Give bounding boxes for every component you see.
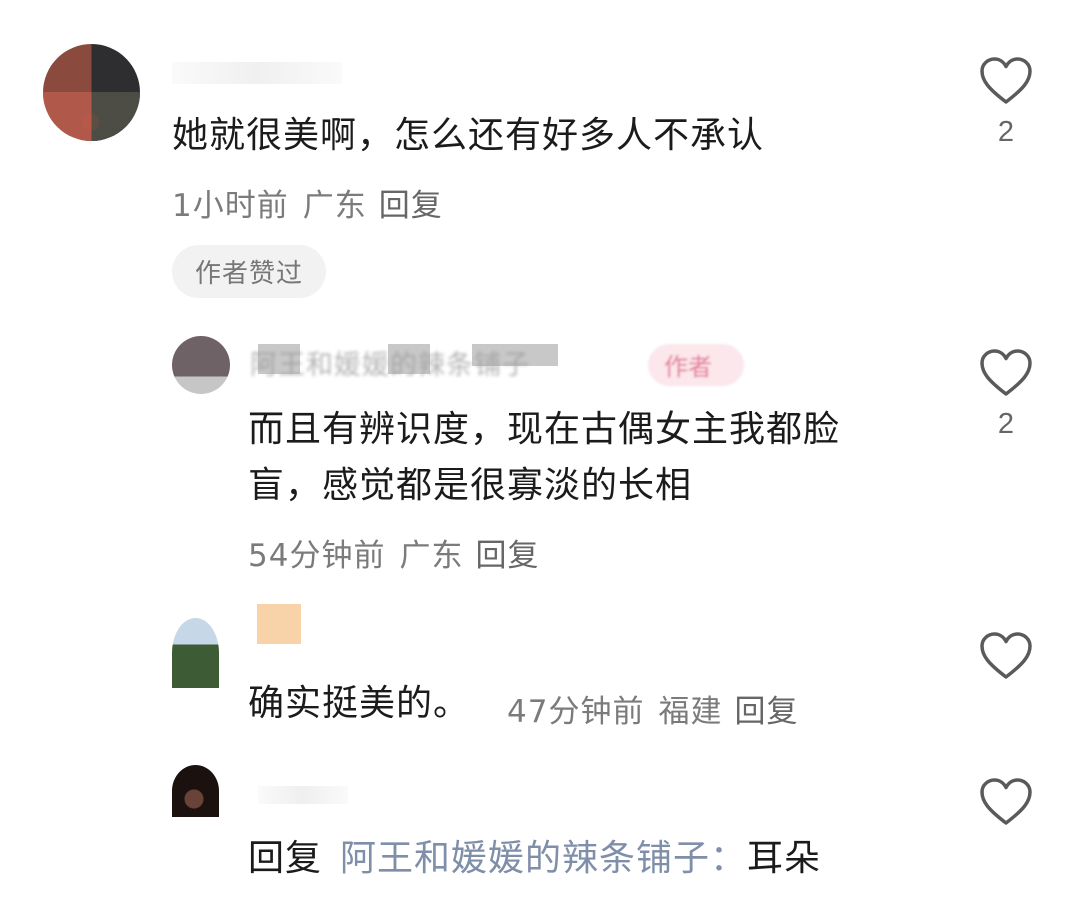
comment-location: 广东 (399, 538, 464, 574)
reply-target-user[interactable]: 阿王和媛媛的辣条铺子： (340, 838, 747, 879)
username-blurred (258, 786, 348, 804)
comment-text: 回复 阿王和媛媛的辣条铺子：耳朵 (248, 833, 821, 885)
comment-meta: 54分钟前 广东 回复 (248, 530, 539, 575)
like-button[interactable] (978, 777, 1034, 827)
username-mosaic (388, 344, 430, 374)
comment-time: 47分钟前 (507, 694, 645, 730)
comment-location: 广东 (302, 188, 367, 224)
comment-text-line2: 盲，感觉都是很寡淡的长相 (248, 465, 693, 506)
heart-outline-icon[interactable] (979, 631, 1033, 681)
avatar[interactable] (172, 618, 219, 688)
avatar[interactable] (172, 765, 219, 817)
comment-text: 确实挺美的。 (248, 683, 471, 724)
reply-prefix: 回复 (248, 838, 323, 879)
username-blurred (172, 62, 342, 84)
like-count: 2 (997, 408, 1015, 440)
reply-button[interactable]: 回复 (475, 538, 539, 574)
avatar[interactable] (43, 44, 140, 141)
heart-outline-icon[interactable] (979, 777, 1033, 827)
reply-button[interactable]: 回复 (379, 188, 443, 224)
heart-outline-icon[interactable] (979, 348, 1033, 398)
comment-meta: 47分钟前 福建 回复 (507, 686, 798, 731)
comment-text: 她就很美啊，怎么还有好多人不承认 (172, 115, 765, 156)
like-button[interactable]: 2 (978, 56, 1034, 149)
comment-time: 54分钟前 (248, 538, 386, 574)
like-count: 2 (997, 116, 1015, 148)
username-mosaic (258, 344, 300, 374)
comment-time: 1小时前 (172, 188, 289, 224)
reply-button[interactable]: 回复 (734, 694, 798, 730)
comment-text-line1: 而且有辨识度，现在古偶女主我都脸 (248, 409, 841, 450)
comment-location: 福建 (658, 694, 723, 730)
like-button[interactable]: 2 (978, 348, 1034, 441)
author-liked-badge: 作者赞过 (172, 245, 326, 298)
comment-body: 耳朵 (747, 838, 822, 879)
avatar[interactable] (172, 336, 230, 394)
username-mosaic (257, 604, 301, 644)
author-tag-label: 作者 (664, 353, 712, 381)
comment-meta: 1小时前 广东 回复 (172, 180, 443, 225)
username-mosaic (472, 344, 558, 366)
heart-outline-icon[interactable] (979, 56, 1033, 106)
like-button[interactable] (978, 631, 1034, 681)
